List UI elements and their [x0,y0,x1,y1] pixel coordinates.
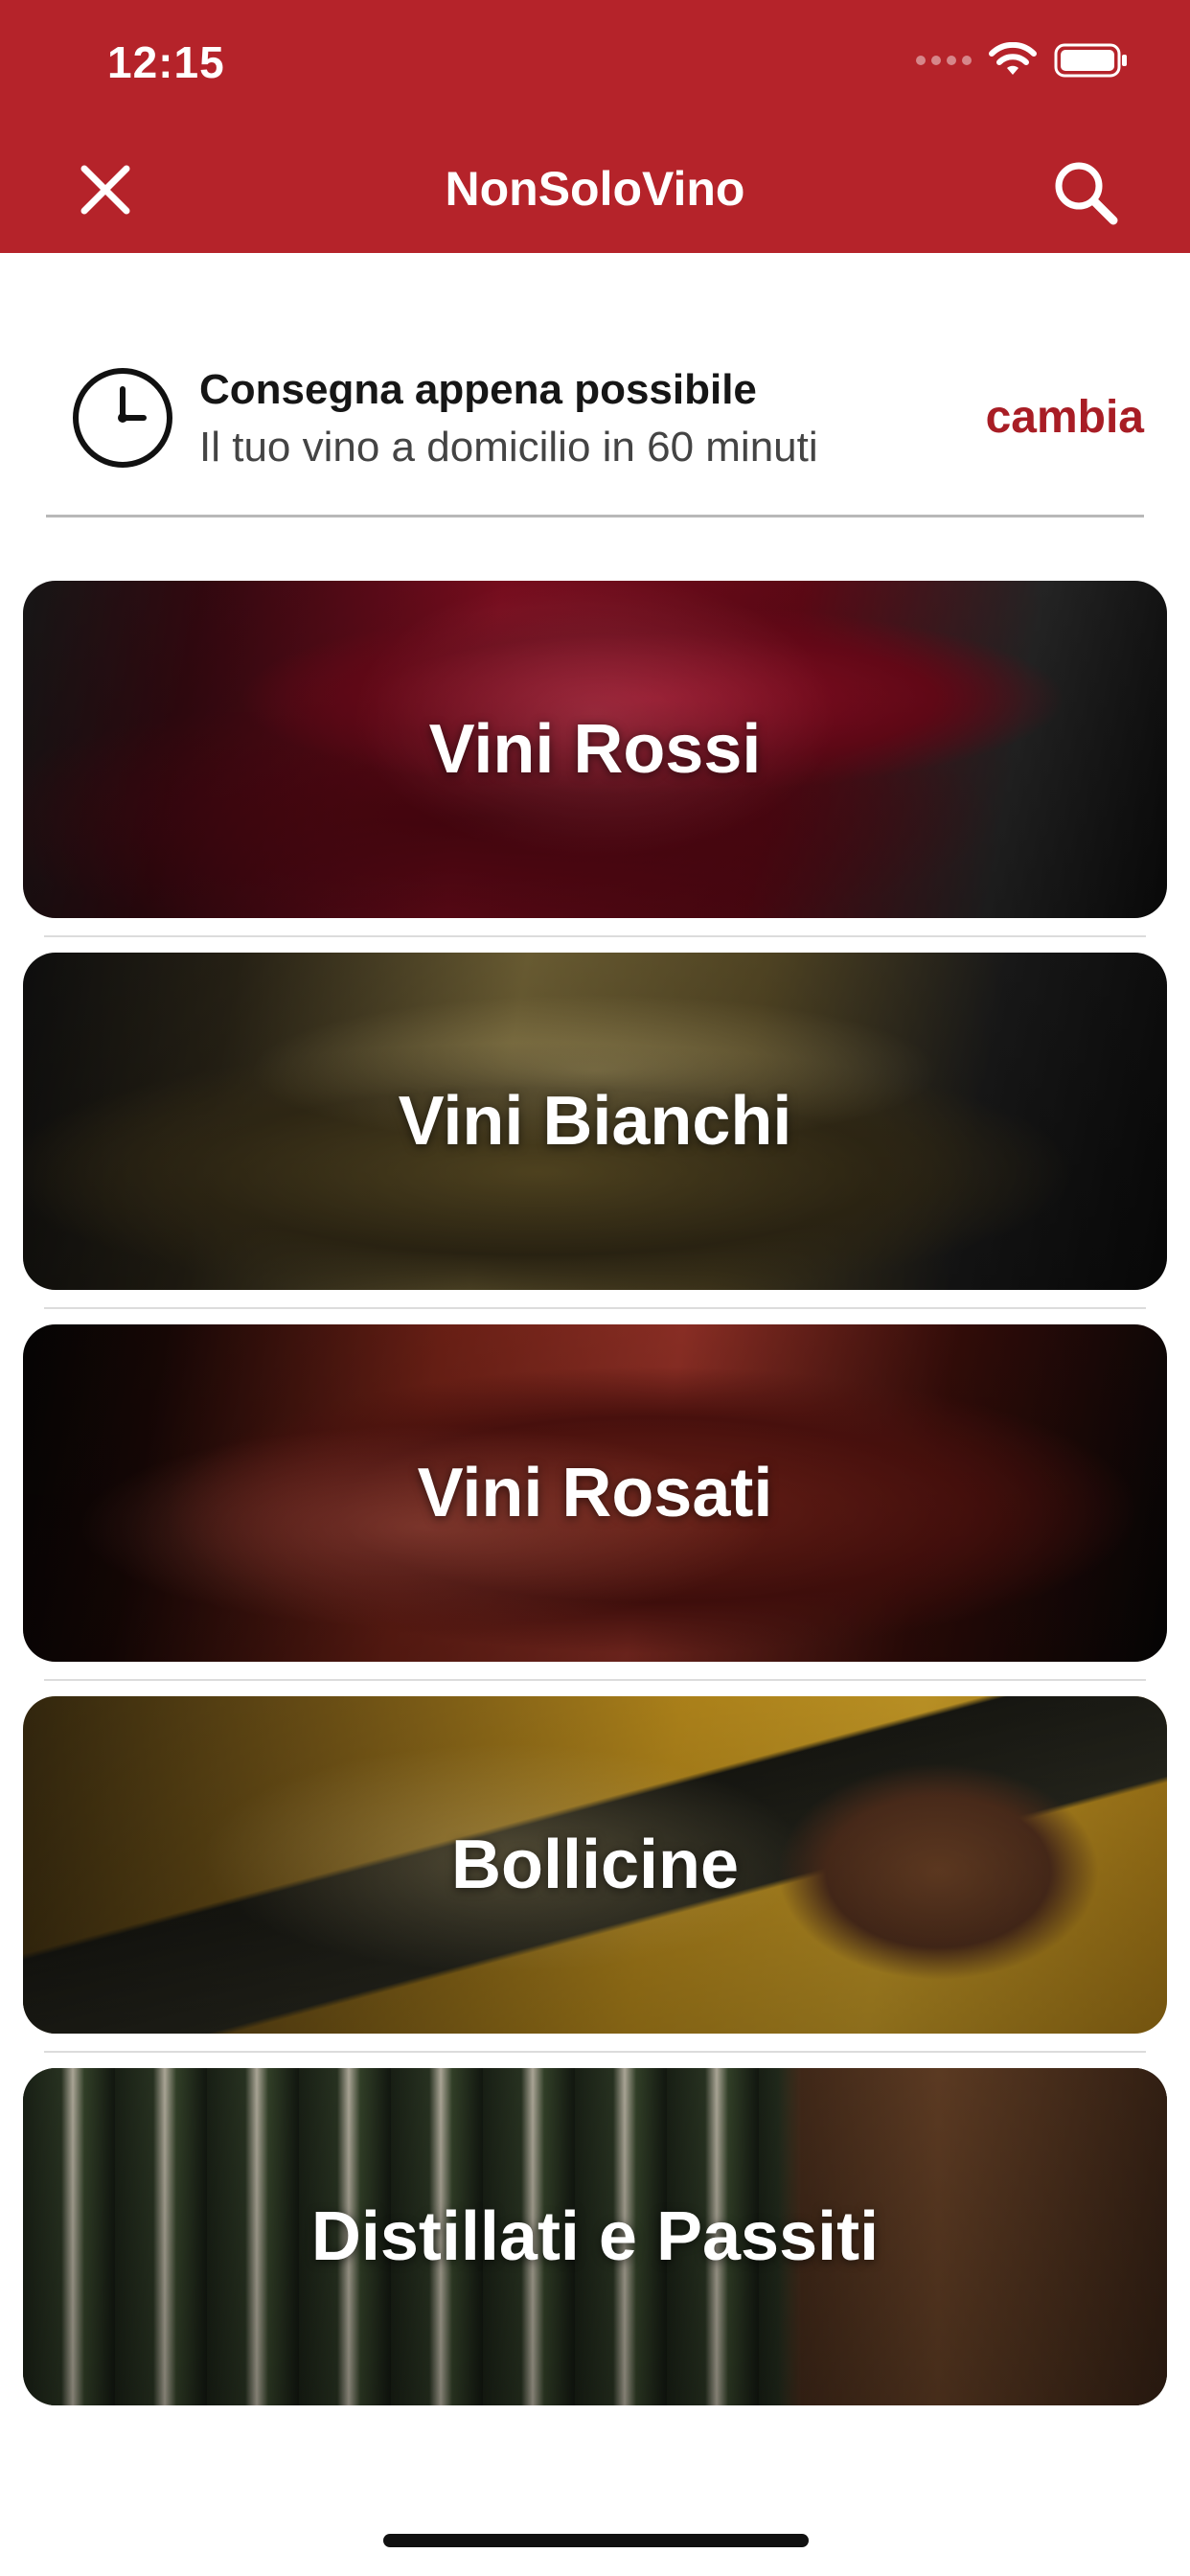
category-label: Bollicine [450,1827,740,1903]
category-card-vini-bianchi[interactable]: Vini Bianchi [23,953,1167,1290]
status-icons [916,42,1129,79]
home-indicator [383,2534,809,2547]
delivery-title: Consegna appena possibile [199,366,757,413]
page-title: NonSoloVino [445,162,745,216]
category-label: Vini Rosati [417,1455,773,1531]
category-label: Distillati e Passiti [310,2198,880,2275]
clock-icon [73,368,172,468]
category-label: Vini Rossi [428,711,762,788]
category-card-vini-rosati[interactable]: Vini Rosati [23,1324,1167,1662]
category-label: Vini Bianchi [398,1083,792,1160]
status-time: 12:15 [107,37,225,87]
search-icon [1055,162,1118,225]
cellular-signal-icon [916,56,972,65]
category-card-distillati-e-passiti[interactable]: Distillati e Passiti [23,2068,1167,2405]
search-button[interactable] [1044,151,1125,232]
battery-icon [1054,43,1127,78]
divider [44,2051,1146,2053]
divider [44,935,1146,937]
category-card-bollicine[interactable]: Bollicine [23,1696,1167,2034]
delivery-subtitle: Il tuo vino a domicilio in 60 minuti [199,424,818,471]
delivery-option: Consegna appena possibile Il tuo vino a … [46,355,1144,518]
divider [44,1307,1146,1309]
wifi-icon [989,42,1037,75]
app-header: 12:15 NonSoloVino [0,0,1190,253]
change-delivery-link[interactable]: cambia [986,391,1144,444]
category-card-vini-rossi[interactable]: Vini Rossi [23,581,1167,918]
divider [44,1679,1146,1681]
